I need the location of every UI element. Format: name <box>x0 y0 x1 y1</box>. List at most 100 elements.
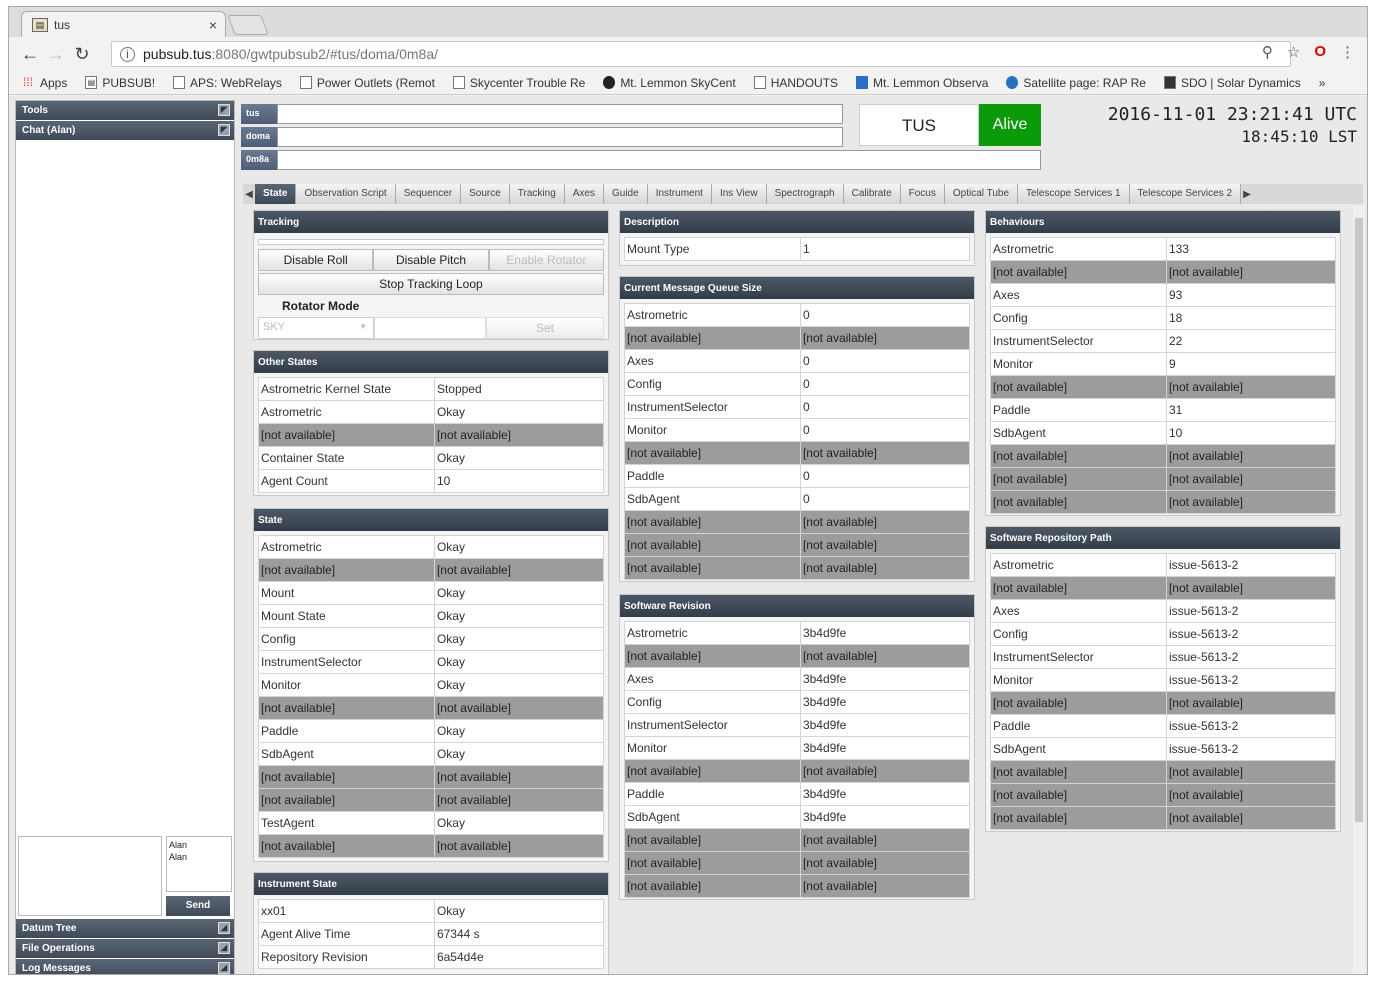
row-value: [not available] <box>799 510 971 534</box>
instrument-state-panel: Instrument State xx01 Okay Agent Alive Tim… <box>253 872 609 974</box>
panel-title: Other States <box>254 351 608 373</box>
chat-header[interactable]: Chat (Alan) ◤ <box>16 121 234 141</box>
collapse-icon[interactable]: ◤ <box>218 124 230 136</box>
bookmark-star-icon[interactable]: ☆ <box>1287 43 1300 61</box>
bookmark-item[interactable]: APS: WebRelays <box>173 76 282 90</box>
reload-icon[interactable]: ↻ <box>69 44 95 65</box>
collapse-icon[interactable]: ◤ <box>218 104 230 116</box>
tab-guide[interactable]: Guide <box>604 184 648 204</box>
chat-user: Alan <box>169 840 188 850</box>
key-input[interactable] <box>277 104 843 124</box>
row-value: 0 <box>799 464 971 488</box>
bookmark-item[interactable]: ⁞⁞⁞ Apps <box>21 76 67 90</box>
row-value: Okay <box>433 627 605 651</box>
tab-observation-script[interactable]: Observation Script <box>296 184 396 204</box>
close-tab-icon[interactable]: × <box>209 17 217 33</box>
bookmark-item[interactable]: Satellite page: RAP Re <box>1006 76 1146 90</box>
rotator-mode-select[interactable]: SKY ▼ <box>258 317 374 339</box>
row-value: [not available] <box>799 556 971 580</box>
panel-title: Current Message Queue Size <box>620 277 974 299</box>
table-row: InstrumentSelector 22 <box>990 329 1337 353</box>
file-operations-header[interactable]: File Operations ◢ <box>16 939 234 959</box>
key-input[interactable] <box>277 150 1041 170</box>
page-icon <box>299 76 312 89</box>
table-row: SdbAgent Okay <box>258 742 605 766</box>
table-row: Astrometric 3b4d9fe <box>624 621 971 645</box>
bookmark-item[interactable]: Mt. Lemmon SkyCent <box>603 76 736 90</box>
datum-tree-header[interactable]: Datum Tree ◢ <box>16 919 234 939</box>
table-row: Astrometric Okay <box>258 400 605 424</box>
info-icon[interactable]: i <box>120 46 135 62</box>
bookmarks-more[interactable]: » <box>1319 76 1326 90</box>
key-row: tus <box>241 104 843 124</box>
tab-telescope-services-2[interactable]: Telescope Services 2 <box>1129 184 1242 204</box>
page-icon <box>753 76 766 89</box>
tab-spectrograph[interactable]: Spectrograph <box>766 184 844 204</box>
bookmark-item[interactable]: HANDOUTS <box>753 76 838 90</box>
content-scrollbar[interactable] <box>1353 206 1365 974</box>
back-icon[interactable]: ← <box>17 44 43 65</box>
expand-icon[interactable]: ◢ <box>218 942 230 954</box>
menu-icon[interactable]: ⋮ <box>1340 43 1355 61</box>
enable-rotator-button[interactable]: Enable Rotator <box>488 249 604 271</box>
bookmark-item[interactable]: Mt. Lemmon Observa <box>856 76 988 90</box>
expand-icon[interactable]: ◢ <box>218 962 230 974</box>
chat-input[interactable] <box>18 836 162 916</box>
bookmark-item[interactable]: Skycenter Trouble Re <box>452 76 585 90</box>
rotator-value-input[interactable] <box>374 317 486 339</box>
disable-roll-button[interactable]: Disable Roll <box>258 249 374 271</box>
tab-state[interactable]: State <box>255 184 297 204</box>
url-input[interactable]: i pubsub.tus:8080/gwtpubsub2/#tus/doma/0… <box>111 41 1291 67</box>
row-value: [not available] <box>1165 467 1337 491</box>
row-label: Mount State <box>258 604 435 628</box>
log-messages-header[interactable]: Log Messages ◢ <box>16 959 234 974</box>
tab-ins-view[interactable]: Ins View <box>711 184 767 204</box>
key-input[interactable] <box>277 127 843 147</box>
table-row: SdbAgent 3b4d9fe <box>624 805 971 829</box>
browser-tab[interactable]: ▤ tus × <box>21 11 226 37</box>
tab-axes[interactable]: Axes <box>564 184 604 204</box>
tab-tracking[interactable]: Tracking <box>509 184 565 204</box>
tab-instrument[interactable]: Instrument <box>647 184 712 204</box>
tab-sequencer[interactable]: Sequencer <box>395 184 462 204</box>
row-value: [not available] <box>1165 260 1337 284</box>
stop-tracking-loop-button[interactable]: Stop Tracking Loop <box>258 273 604 295</box>
row-value: 6a54d4e <box>433 945 605 969</box>
row-value: [not available] <box>1165 490 1337 514</box>
tab-scroll-left-icon[interactable]: ◀ <box>243 189 255 200</box>
tab-focus[interactable]: Focus <box>900 184 945 204</box>
table-row: [not available] [not available] <box>624 874 971 898</box>
tab-optical-tube[interactable]: Optical Tube <box>944 184 1019 204</box>
row-label: [not available] <box>624 326 801 350</box>
expand-icon[interactable]: ◢ <box>218 922 230 934</box>
opera-icon[interactable]: O <box>1314 43 1326 61</box>
send-button[interactable]: Send <box>166 896 230 916</box>
set-button[interactable]: Set <box>486 317 604 339</box>
observatory-icon <box>856 76 869 89</box>
scroll-thumb[interactable] <box>1355 218 1363 822</box>
tab-telescope-services-1[interactable]: Telescope Services 1 <box>1018 184 1130 204</box>
bookmark-item[interactable]: Power Outlets (Remot <box>299 76 435 90</box>
zoom-icon[interactable]: ⚲ <box>1262 43 1273 61</box>
repo-path-table: Astrometric issue-5613-2 [not available] [n… <box>990 553 1337 830</box>
tab-calibrate[interactable]: Calibrate <box>843 184 901 204</box>
forward-icon[interactable]: → <box>43 44 69 65</box>
bookmark-item[interactable]: ▤ PUBSUB! <box>85 76 155 90</box>
row-value: 31 <box>1165 398 1337 422</box>
other-states-panel: Other States Astrometric Kernel State Sto… <box>253 350 609 496</box>
bookmark-item[interactable]: SDO | Solar Dynamics <box>1163 76 1301 90</box>
table-row: [not available] [not available] <box>624 851 971 875</box>
table-row: Mount Type 1 <box>624 237 971 261</box>
lst-time: 18:45:10 LST <box>1241 127 1357 146</box>
url-path: :8080/gwtpubsub2/#tus/doma/0m8a/ <box>211 46 439 62</box>
chat-user: Alan <box>169 852 188 862</box>
tools-header[interactable]: Tools ◤ <box>16 101 234 121</box>
disable-pitch-button[interactable]: Disable Pitch <box>373 249 489 271</box>
new-tab-button[interactable] <box>227 15 269 35</box>
table-row: Monitor 9 <box>990 352 1337 376</box>
tab-scroll-right-icon[interactable]: ▶ <box>1241 189 1253 200</box>
row-label: Paddle <box>624 782 801 806</box>
tab-source[interactable]: Source <box>461 184 510 204</box>
row-value: Okay <box>433 400 605 424</box>
row-label: [not available] <box>990 783 1167 807</box>
